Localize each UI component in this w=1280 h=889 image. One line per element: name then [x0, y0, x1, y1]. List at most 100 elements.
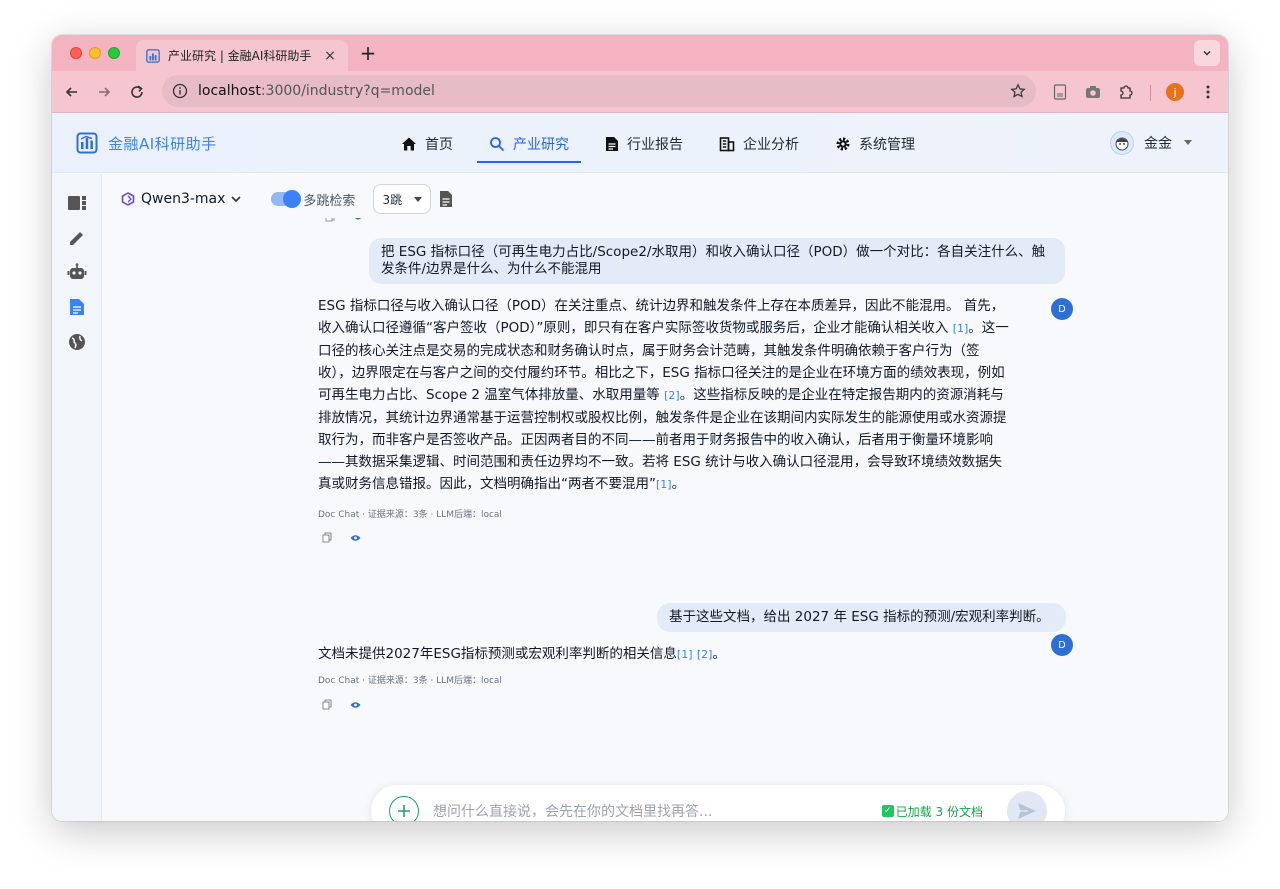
arrow-left-icon: [65, 87, 77, 97]
sidebar-robot[interactable]: [66, 261, 88, 283]
nav-industry-research[interactable]: 产业研究: [477, 114, 581, 173]
answer-text: ESG 指标口径与收入确认口径（POD）在关注重点、统计边界和触发条件上存在本质…: [318, 298, 1005, 336]
sidebar-edit[interactable]: [66, 227, 88, 249]
send-icon: [1018, 803, 1036, 819]
site-info-icon[interactable]: [172, 83, 188, 99]
more-vertical-icon: [1206, 85, 1210, 99]
nav-home[interactable]: 首页: [389, 114, 465, 173]
search-icon: [489, 136, 505, 152]
copy-button[interactable]: [322, 699, 332, 710]
screenshot-button[interactable]: [1082, 81, 1104, 103]
chat-input[interactable]: 想问什么直接说，会先在你的文档里找再答...: [433, 801, 882, 821]
nav-home-label: 首页: [425, 136, 453, 153]
sidebar-documents[interactable]: [66, 296, 88, 318]
plus-icon: [398, 805, 410, 817]
check-icon: ✓: [881, 805, 894, 817]
nav-industry-report[interactable]: 行业报告: [593, 114, 695, 173]
new-tab-button[interactable]: +: [358, 41, 378, 65]
close-window-button[interactable]: [70, 47, 82, 59]
sidebar-web[interactable]: [66, 331, 88, 353]
citation-link[interactable]: [2]: [664, 389, 680, 402]
tab-title: 产业研究 | 金融AI科研助手: [168, 49, 312, 63]
attach-button[interactable]: [389, 796, 419, 821]
chat-thread: 把 ESG 指标口径（可再生电力占比/Scope2/水取用）和收入确认口径（PO…: [103, 218, 1228, 738]
camera-icon: [1086, 86, 1100, 98]
chevron-down-icon: [231, 195, 241, 203]
copy-icon: [322, 699, 332, 710]
browser-tab[interactable]: 产业研究 | 金融AI科研助手 ×: [136, 40, 348, 71]
globe-icon: [69, 334, 85, 350]
assistant-avatar: D: [1051, 634, 1073, 656]
bookmark-star-icon[interactable]: [1010, 83, 1026, 99]
multi-hop-label: 多跳检索: [303, 193, 356, 209]
building-icon: [719, 136, 735, 152]
gear-icon: [835, 136, 851, 152]
user-name: 金金: [1144, 136, 1172, 152]
logo-icon: [76, 132, 98, 154]
citation-link[interactable]: [1]: [656, 478, 672, 491]
model-select[interactable]: Qwen3-max: [121, 191, 241, 207]
copy-button[interactable]: [322, 532, 332, 543]
citation-link[interactable]: [1]: [677, 648, 693, 661]
robot-icon: [67, 263, 87, 279]
citation-link[interactable]: [1]: [953, 322, 969, 335]
tab-strip: 产业研究 | 金融AI科研助手 × +: [52, 35, 1228, 71]
copy-icon: [322, 532, 332, 543]
tab-close-icon[interactable]: ×: [322, 48, 338, 64]
hop-count-select[interactable]: 3跳: [373, 184, 432, 214]
caret-down-icon: [414, 196, 423, 202]
reading-mode-button[interactable]: [1049, 81, 1071, 103]
browser-window: 产业研究 | 金融AI科研助手 × + localhost:3000/indus…: [52, 35, 1228, 821]
forward-button[interactable]: [93, 81, 115, 103]
view-sources-button[interactable]: [350, 699, 361, 710]
answer-text: 文档未提供2027年ESG指标预测或宏观利率判断的相关信息: [318, 646, 677, 662]
user-message: 基于这些文档，给出 2027 年 ESG 指标的预测/宏观利率判断。: [657, 603, 1066, 632]
documents-button[interactable]: [439, 190, 453, 208]
eye-icon: [350, 701, 361, 708]
arrow-right-icon: [99, 87, 111, 97]
edit-icon: [70, 232, 83, 245]
chat-controls: Qwen3-max 多跳检索 3跳: [121, 184, 453, 214]
multi-hop-toggle[interactable]: [271, 190, 302, 208]
user-message-text: 把 ESG 指标口径（可再生电力占比/Scope2/水取用）和收入确认口径（PO…: [381, 244, 1046, 277]
answer-text: 。: [671, 476, 686, 492]
view-sources-button[interactable]: [350, 532, 361, 543]
app-favicon-icon: [146, 48, 160, 63]
copy-icon[interactable]: [325, 218, 335, 222]
profile-avatar: j: [1166, 83, 1184, 101]
previous-message-actions: [325, 218, 363, 222]
browser-toolbar: localhost:3000/industry?q=model j: [52, 71, 1228, 113]
answer-text: 。: [712, 646, 726, 662]
nav-company-analysis[interactable]: 企业分析: [707, 114, 811, 173]
nav-company-label: 企业分析: [743, 136, 799, 153]
maximize-window-button[interactable]: [108, 47, 120, 59]
assistant-message: 文档未提供2027年ESG指标预测或宏观利率判断的相关信息[1] [2]。: [318, 643, 1012, 666]
document-icon: [70, 299, 84, 315]
url-text[interactable]: localhost:3000/industry?q=model: [198, 83, 1010, 99]
citation-link[interactable]: [2]: [697, 648, 713, 661]
nav-industry-label: 产业研究: [513, 136, 569, 153]
extensions-button[interactable]: [1115, 81, 1137, 103]
tab-search-button[interactable]: [1194, 40, 1220, 66]
minimize-window-button[interactable]: [89, 47, 101, 59]
user-avatar: [1110, 131, 1134, 155]
loaded-docs-badge: ✓ 已加载 3 份文档: [881, 803, 983, 820]
brand-name: 金融AI科研助手: [108, 134, 217, 153]
user-menu[interactable]: 金金: [1110, 131, 1192, 155]
send-button[interactable]: [1007, 791, 1047, 821]
reload-button[interactable]: [126, 81, 148, 103]
address-bar[interactable]: localhost:3000/industry?q=model: [162, 75, 1036, 107]
brand[interactable]: 金融AI科研助手: [76, 132, 217, 154]
back-button[interactable]: [61, 81, 83, 103]
profile-button[interactable]: j: [1164, 81, 1186, 103]
nav-system-admin[interactable]: 系统管理: [823, 114, 927, 173]
assistant-message: ESG 指标口径与收入确认口径（POD）在关注重点、统计边界和触发条件上存在本质…: [318, 295, 1012, 496]
message-meta: Doc Chat · 证据来源：3条 · LLM后端：local: [318, 676, 502, 686]
sidebar-dashboard[interactable]: [66, 192, 88, 214]
main-content: Qwen3-max 多跳检索 3跳 把 ESG 指标口径（可再生电力占比/Sco…: [103, 174, 1228, 821]
dashboard-icon: [68, 196, 86, 210]
sidebar: [52, 174, 102, 821]
browser-menu-button[interactable]: [1197, 81, 1219, 103]
eye-icon[interactable]: [353, 218, 363, 222]
message-meta: Doc Chat · 证据来源：3条 · LLM后端：local: [318, 510, 502, 520]
